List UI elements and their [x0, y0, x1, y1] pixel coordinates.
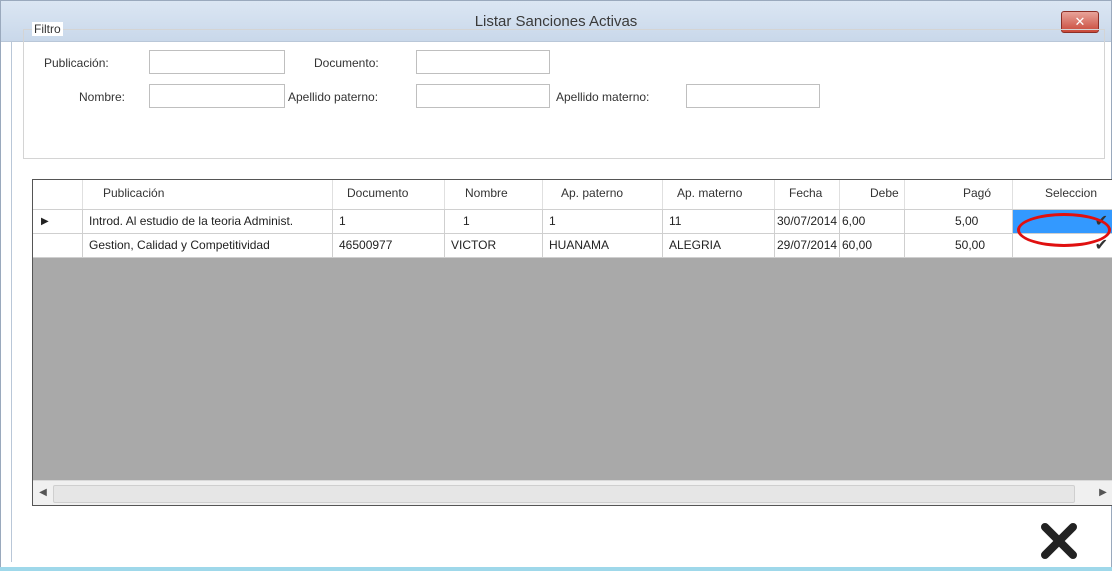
exit-button[interactable]: [1037, 519, 1081, 563]
scroll-left-icon[interactable]: ◀: [35, 483, 51, 503]
row-selector-arrow[interactable]: ▶: [33, 210, 83, 234]
cell-fecha[interactable]: 29/07/2014: [775, 234, 840, 258]
apellido-materno-input[interactable]: [686, 84, 820, 108]
col-header-documento[interactable]: Documento: [333, 180, 445, 209]
apellido-materno-label: Apellido materno:: [556, 90, 650, 104]
header-corner: [33, 180, 83, 209]
cell-debe[interactable]: 6,00: [840, 210, 905, 234]
cell-publicacion[interactable]: Introd. Al estudio de la teoria Administ…: [83, 210, 333, 234]
col-header-ap-paterno[interactable]: Ap. paterno: [543, 180, 663, 209]
col-header-fecha[interactable]: Fecha: [775, 180, 840, 209]
publicacion-label: Publicación:: [44, 56, 109, 70]
cell-documento[interactable]: 46500977: [333, 234, 445, 258]
apellido-paterno-label: Apellido paterno:: [288, 90, 379, 104]
cell-documento[interactable]: 1: [333, 210, 445, 234]
cell-pago[interactable]: 50,00: [905, 234, 1013, 258]
nombre-input[interactable]: [149, 84, 285, 108]
cell-nombre[interactable]: VICTOR: [445, 234, 543, 258]
col-header-publicacion[interactable]: Publicación: [83, 180, 333, 209]
cell-fecha[interactable]: 30/07/2014: [775, 210, 840, 234]
cell-pago[interactable]: 5,00: [905, 210, 1013, 234]
horizontal-scrollbar[interactable]: ◀ ▶: [33, 480, 1112, 505]
close-x-icon: [1041, 523, 1077, 559]
filter-legend: Filtro: [32, 22, 63, 36]
sanctions-grid[interactable]: Publicación Documento Nombre Ap. paterno…: [32, 179, 1112, 506]
cell-publicacion[interactable]: Gestion, Calidad y Competitividad: [83, 234, 333, 258]
documento-input[interactable]: [416, 50, 550, 74]
documento-label: Documento:: [314, 56, 379, 70]
apellido-paterno-input[interactable]: [416, 84, 550, 108]
cell-ap-materno[interactable]: ALEGRIA: [663, 234, 775, 258]
cell-ap-paterno[interactable]: HUANAMA: [543, 234, 663, 258]
filter-groupbox: Filtro Publicación: Documento: Nombre: A…: [23, 22, 1105, 159]
cell-ap-paterno[interactable]: 1: [543, 210, 663, 234]
scroll-right-icon[interactable]: ▶: [1095, 483, 1111, 503]
col-header-ap-materno[interactable]: Ap. materno: [663, 180, 775, 209]
cell-debe[interactable]: 60,00: [840, 234, 905, 258]
scrollbar-thumb[interactable]: [53, 485, 1075, 503]
grid-header: Publicación Documento Nombre Ap. paterno…: [33, 180, 1112, 210]
col-header-seleccion[interactable]: Seleccion: [1013, 180, 1112, 209]
window-title: Listar Sanciones Activas: [474, 13, 638, 30]
cell-ap-materno[interactable]: 11: [663, 210, 775, 234]
cell-nombre[interactable]: 1: [445, 210, 543, 234]
table-row[interactable]: ▶ Introd. Al estudio de la teoria Admini…: [33, 210, 1112, 234]
table-row[interactable]: Gestion, Calidad y Competitividad 465009…: [33, 234, 1112, 258]
col-header-debe[interactable]: Debe: [840, 180, 905, 209]
row-selector[interactable]: [33, 234, 83, 258]
col-header-nombre[interactable]: Nombre: [445, 180, 543, 209]
window-bottom-edge: [0, 567, 1112, 571]
dialog-window: Listar Sanciones Activas ✕ Filtro Public…: [0, 0, 1112, 571]
publicacion-input[interactable]: [149, 50, 285, 74]
nombre-label: Nombre:: [79, 90, 126, 104]
col-header-pago[interactable]: Pagó: [905, 180, 1013, 209]
annotation-red-circle: [1017, 213, 1111, 247]
